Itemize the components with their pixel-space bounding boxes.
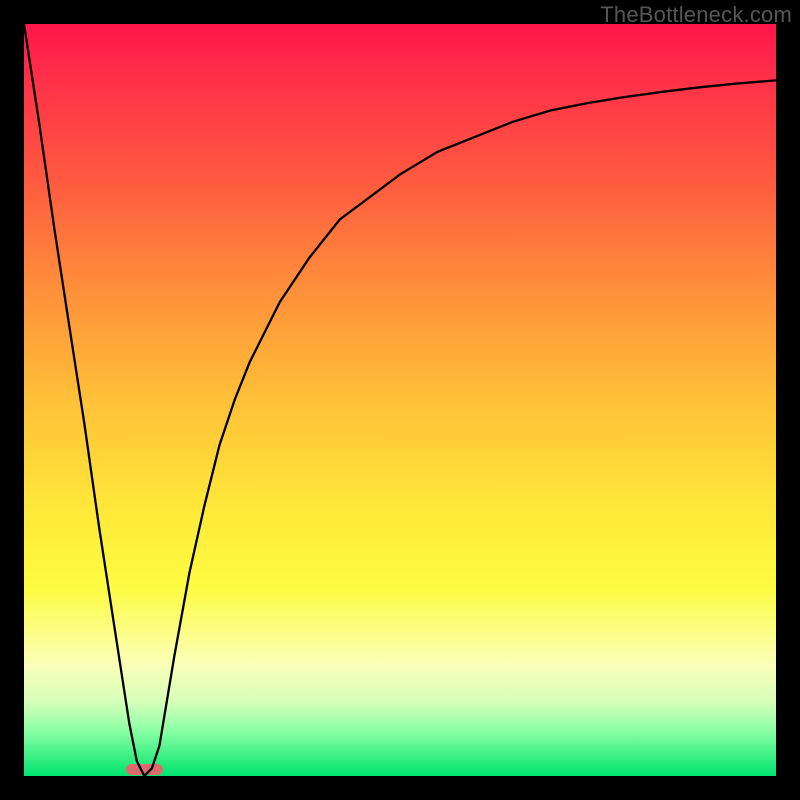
curve-path xyxy=(24,24,776,776)
plot-area xyxy=(24,24,776,776)
chart-frame: TheBottleneck.com xyxy=(0,0,800,800)
bottleneck-curve xyxy=(24,24,776,776)
